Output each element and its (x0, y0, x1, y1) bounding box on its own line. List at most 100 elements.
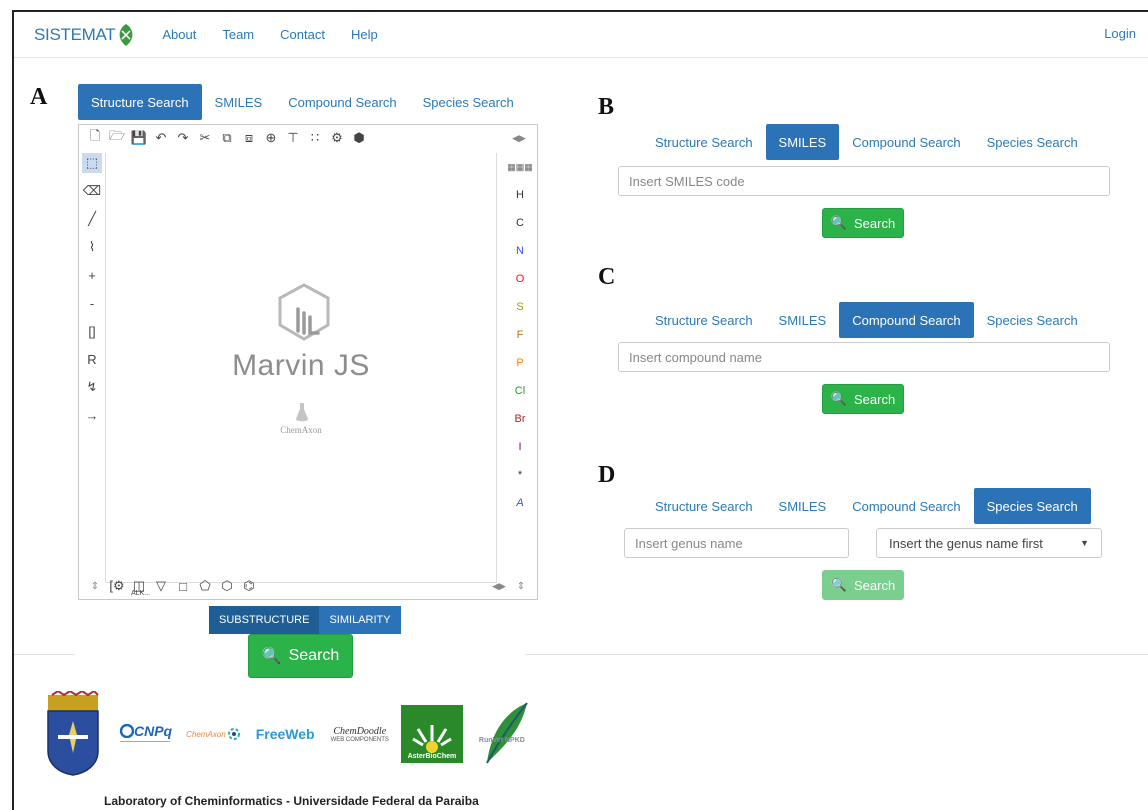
nav-login[interactable]: Login (1104, 26, 1136, 41)
nav-help[interactable]: Help (351, 27, 378, 42)
collapse-arrows-icon[interactable]: ◀▶ (509, 128, 529, 148)
bracket-icon[interactable]: [] (82, 321, 102, 341)
chemaxon-logo-text: ChemAxon (186, 729, 226, 739)
smiles-input[interactable] (618, 166, 1110, 196)
element-br[interactable]: Br (515, 405, 526, 433)
open-folder-icon[interactable]: 🗁 (107, 128, 127, 148)
similarity-button[interactable]: SIMILARITY (319, 606, 401, 634)
footer-divider-right (526, 654, 1148, 655)
tab-smiles[interactable]: SMILES (766, 488, 840, 524)
alkyl-template-icon[interactable]: ◫ ALK... (129, 576, 150, 597)
redo-icon[interactable]: ↷ (173, 128, 193, 148)
reaction-mapping-icon[interactable]: ↯ (82, 377, 102, 397)
single-bond-icon[interactable]: ╱ (82, 209, 102, 229)
tab-compound-search[interactable]: Compound Search (839, 302, 974, 338)
chemdoodle-logo: ChemDoodle WEB COMPONENTS (331, 726, 389, 743)
undo-icon[interactable]: ↶ (151, 128, 171, 148)
paste-icon[interactable]: ⧈ (239, 128, 259, 148)
cyclohexane-icon[interactable]: ⬡ (217, 576, 237, 596)
partner-logos: CNPq ChemAxon FreeWeb ChemDoodle WEB COM… (44, 688, 533, 780)
editor-bottom-toolbar: ⇕ [⚙ ◫ ALK... ▽ □ ⬠ ⬡ ⌬ ◀▶ ⇕ (79, 573, 537, 599)
tab-species-search[interactable]: Species Search (410, 84, 527, 120)
cut-icon[interactable]: ✂ (195, 128, 215, 148)
species-search-button[interactable]: 🔍 Search (822, 570, 904, 600)
panel-letter-d: D (598, 462, 616, 488)
tab-compound-search[interactable]: Compound Search (839, 124, 973, 160)
substructure-button[interactable]: SUBSTRUCTURE (209, 606, 320, 634)
nav-team[interactable]: Team (222, 27, 254, 42)
tab-smiles[interactable]: SMILES (766, 302, 840, 338)
element-cl[interactable]: Cl (515, 377, 525, 405)
marvin-editor: 🗋 🗁 💾 ↶ ↷ ✂ ⧉ ⧈ ⊕ ⊤ ∷ ⚙ ⬢ ◀▶ ⬚ ⌫ ╱ ⌇ + -… (78, 124, 538, 600)
help-query-icon[interactable]: ∷ (305, 128, 325, 148)
cyclopentane-icon[interactable]: ⬠ (195, 576, 215, 596)
bottom-collapse-arrows-icon[interactable]: ◀▶ (489, 576, 509, 596)
search-mode-toggle: SUBSTRUCTURE SIMILARITY (209, 606, 401, 634)
element-n[interactable]: N (516, 237, 524, 265)
genus-name-input[interactable] (624, 528, 849, 558)
element-c[interactable]: C (516, 209, 524, 237)
smiles-search-button[interactable]: 🔍 Search (822, 208, 904, 238)
tab-smiles[interactable]: SMILES (765, 124, 840, 160)
element-o[interactable]: O (516, 265, 525, 293)
drawing-canvas[interactable]: Marvin JS ChemAxon (105, 153, 497, 583)
tabs-panel-c: Structure Search SMILES Compound Search … (642, 302, 1091, 338)
element-any[interactable]: * (518, 461, 522, 489)
species-select[interactable]: Insert the genus name first ▼ (876, 528, 1102, 558)
scroll-updown-icon[interactable]: ⇕ (85, 576, 105, 596)
structure-search-button[interactable]: 🔍 Search (248, 634, 353, 678)
ufpb-crest-logo (47, 691, 99, 776)
compound-search-button[interactable]: 🔍 Search (822, 384, 904, 414)
save-icon[interactable]: 💾 (129, 128, 149, 148)
clean-2d-icon[interactable]: ⊤ (283, 128, 303, 148)
tab-structure-search[interactable]: Structure Search (642, 302, 766, 338)
r-group-icon[interactable]: R (82, 349, 102, 369)
runvet-logo: RunVet NPKD (477, 701, 533, 767)
plus-charge-icon[interactable]: + (82, 265, 102, 285)
cyclobutane-icon[interactable]: □ (173, 576, 193, 596)
chain-icon[interactable]: ⌇ (82, 237, 102, 257)
tab-structure-search[interactable]: Structure Search (642, 124, 766, 160)
tab-species-search[interactable]: Species Search (974, 302, 1091, 338)
structure-search-label: Search (288, 647, 340, 664)
tabs-panel-d: Structure Search SMILES Compound Search … (642, 488, 1091, 524)
nav-contact[interactable]: Contact (280, 27, 325, 42)
settings-icon[interactable]: ⚙ (327, 128, 347, 148)
brand[interactable]: SISTEMAT (34, 23, 136, 47)
species-search-label: Search (853, 577, 896, 593)
copy-icon[interactable]: ⧉ (217, 128, 237, 148)
tab-species-search[interactable]: Species Search (974, 124, 1091, 160)
zoom-icon[interactable]: ⊕ (261, 128, 281, 148)
new-document-icon[interactable]: 🗋 (85, 128, 105, 148)
element-i[interactable]: I (518, 433, 521, 461)
tab-smiles[interactable]: SMILES (202, 84, 276, 120)
element-f[interactable]: F (517, 321, 524, 349)
element-p[interactable]: P (516, 349, 523, 377)
bottom-scroll-icon[interactable]: ⇕ (511, 576, 531, 596)
selection-tool-icon[interactable]: ⬚ (82, 153, 102, 173)
tab-compound-search[interactable]: Compound Search (839, 488, 973, 524)
minus-charge-icon[interactable]: - (82, 293, 102, 313)
periodic-table-icon[interactable]: ▦▦▦ (507, 153, 533, 181)
tab-species-search[interactable]: Species Search (973, 488, 1091, 524)
benzene-icon[interactable]: ⌬ (239, 576, 259, 596)
asterbiochem-flower-icon (412, 725, 452, 753)
element-h[interactable]: H (516, 181, 524, 209)
nav-about[interactable]: About (162, 27, 196, 42)
tab-structure-search[interactable]: Structure Search (642, 488, 766, 524)
runvet-leaf-icon (486, 702, 528, 764)
chemaxon-watermark: ChemAxon (280, 425, 322, 435)
eraser-icon[interactable]: ⌫ (82, 181, 102, 201)
element-s[interactable]: S (516, 293, 523, 321)
brand-name: SISTEMAT (34, 24, 116, 44)
compound-name-input[interactable] (618, 342, 1110, 372)
tab-compound-search[interactable]: Compound Search (275, 84, 409, 120)
tab-structure-search[interactable]: Structure Search (78, 84, 202, 120)
footer-divider-left (14, 654, 74, 655)
template-flask-icon[interactable]: [⚙ (107, 576, 127, 596)
element-a[interactable]: A (516, 489, 523, 517)
asterbiochem-logo: AsterBioChem (400, 705, 463, 763)
info-icon[interactable]: ⬢ (349, 128, 369, 148)
reaction-arrow-icon[interactable]: → (82, 405, 102, 425)
cyclopropane-icon[interactable]: ▽ (151, 576, 171, 596)
